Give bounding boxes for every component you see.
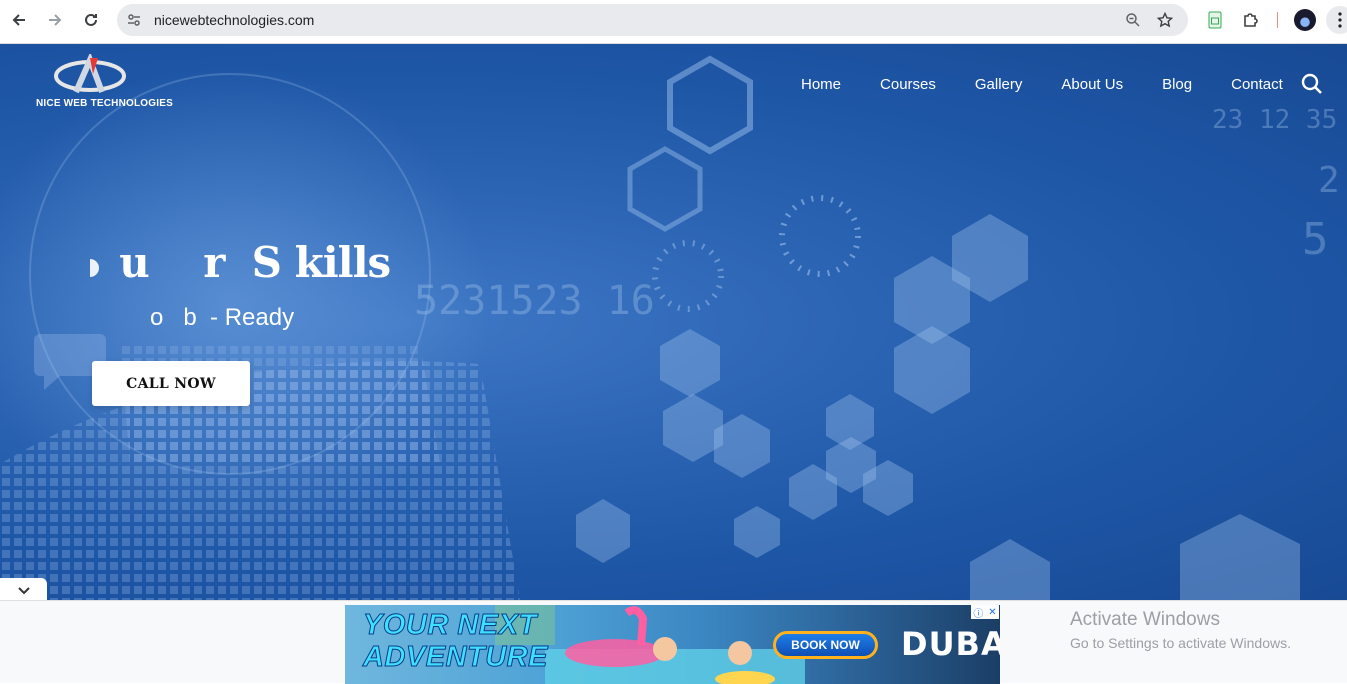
bottom-ad-strip: YOUR NEXT ADVENTURE BOOK NOW DUBAI ⓘ ✕ A…	[0, 600, 1347, 684]
brand-name: NICE WEB TECHNOLOGIES	[36, 98, 173, 109]
nav-courses[interactable]: Courses	[880, 76, 936, 93]
hero-subline: o b - Ready	[150, 304, 295, 331]
svg-text:5: 5	[1302, 214, 1329, 265]
svg-text:5231523 16: 5231523 16	[414, 278, 655, 324]
reload-icon	[85, 13, 97, 26]
ad-headline-1: YOUR NEXT	[363, 609, 537, 642]
close-icon[interactable]: ✕	[988, 607, 996, 618]
url-text[interactable]: nicewebtechnologies.com	[154, 12, 314, 28]
main-navigation: Home Courses Gallery About Us Blog Conta…	[801, 76, 1322, 93]
nav-about-us[interactable]: About Us	[1061, 76, 1123, 93]
browser-toolbar: nicewebtechnologies.com	[0, 0, 1347, 44]
puzzle-icon[interactable]	[1239, 8, 1263, 32]
nav-blog[interactable]: Blog	[1162, 76, 1192, 93]
toolbar-divider	[1277, 12, 1278, 28]
svg-text:23 12 35: 23 12 35	[1212, 105, 1337, 135]
ad-info-icon[interactable]: ⓘ	[973, 605, 983, 620]
ad-choices[interactable]: ⓘ ✕	[971, 605, 999, 620]
hero-headline: u r S kills	[92, 238, 391, 287]
call-now-button[interactable]: CALL NOW	[92, 361, 250, 406]
svg-text:2: 2	[1318, 160, 1340, 201]
kebab-menu-icon[interactable]	[1326, 6, 1347, 34]
book-now-button[interactable]: BOOK NOW	[773, 631, 878, 659]
back-button[interactable]	[7, 8, 31, 32]
search-icon[interactable]	[1300, 72, 1324, 96]
sheets-extension-icon[interactable]	[1203, 8, 1227, 32]
advertisement-banner[interactable]: YOUR NEXT ADVENTURE BOOK NOW DUBAI ⓘ ✕	[345, 605, 1000, 684]
reload-button[interactable]	[79, 8, 103, 32]
star-icon[interactable]	[1153, 8, 1177, 32]
activate-title: Activate Windows	[1070, 609, 1220, 630]
address-bar[interactable]: nicewebtechnologies.com	[117, 4, 1188, 36]
nav-contact[interactable]: Contact	[1231, 76, 1283, 93]
activate-subtitle: Go to Settings to activate Windows.	[1070, 635, 1291, 651]
forward-button[interactable]	[43, 8, 67, 32]
hero-banner: 23 12 35 2 5 5231523 16 NICE WEB TECHNOL…	[0, 44, 1347, 600]
ad-brand-logo: DUBAI	[901, 625, 1000, 663]
ad-headline-2: ADVENTURE	[363, 641, 548, 674]
arrow-right-icon	[49, 14, 62, 26]
tune-icon[interactable]	[122, 8, 146, 32]
chevron-down-icon	[17, 587, 30, 595]
nav-home[interactable]: Home	[801, 76, 841, 93]
windows-activation-notice: Activate Windows Go to Settings to activ…	[1070, 609, 1291, 651]
arrow-left-icon	[12, 14, 25, 26]
zoom-icon[interactable]	[1121, 8, 1145, 32]
profile-avatar[interactable]	[1294, 9, 1316, 31]
nav-gallery[interactable]: Gallery	[975, 76, 1023, 93]
